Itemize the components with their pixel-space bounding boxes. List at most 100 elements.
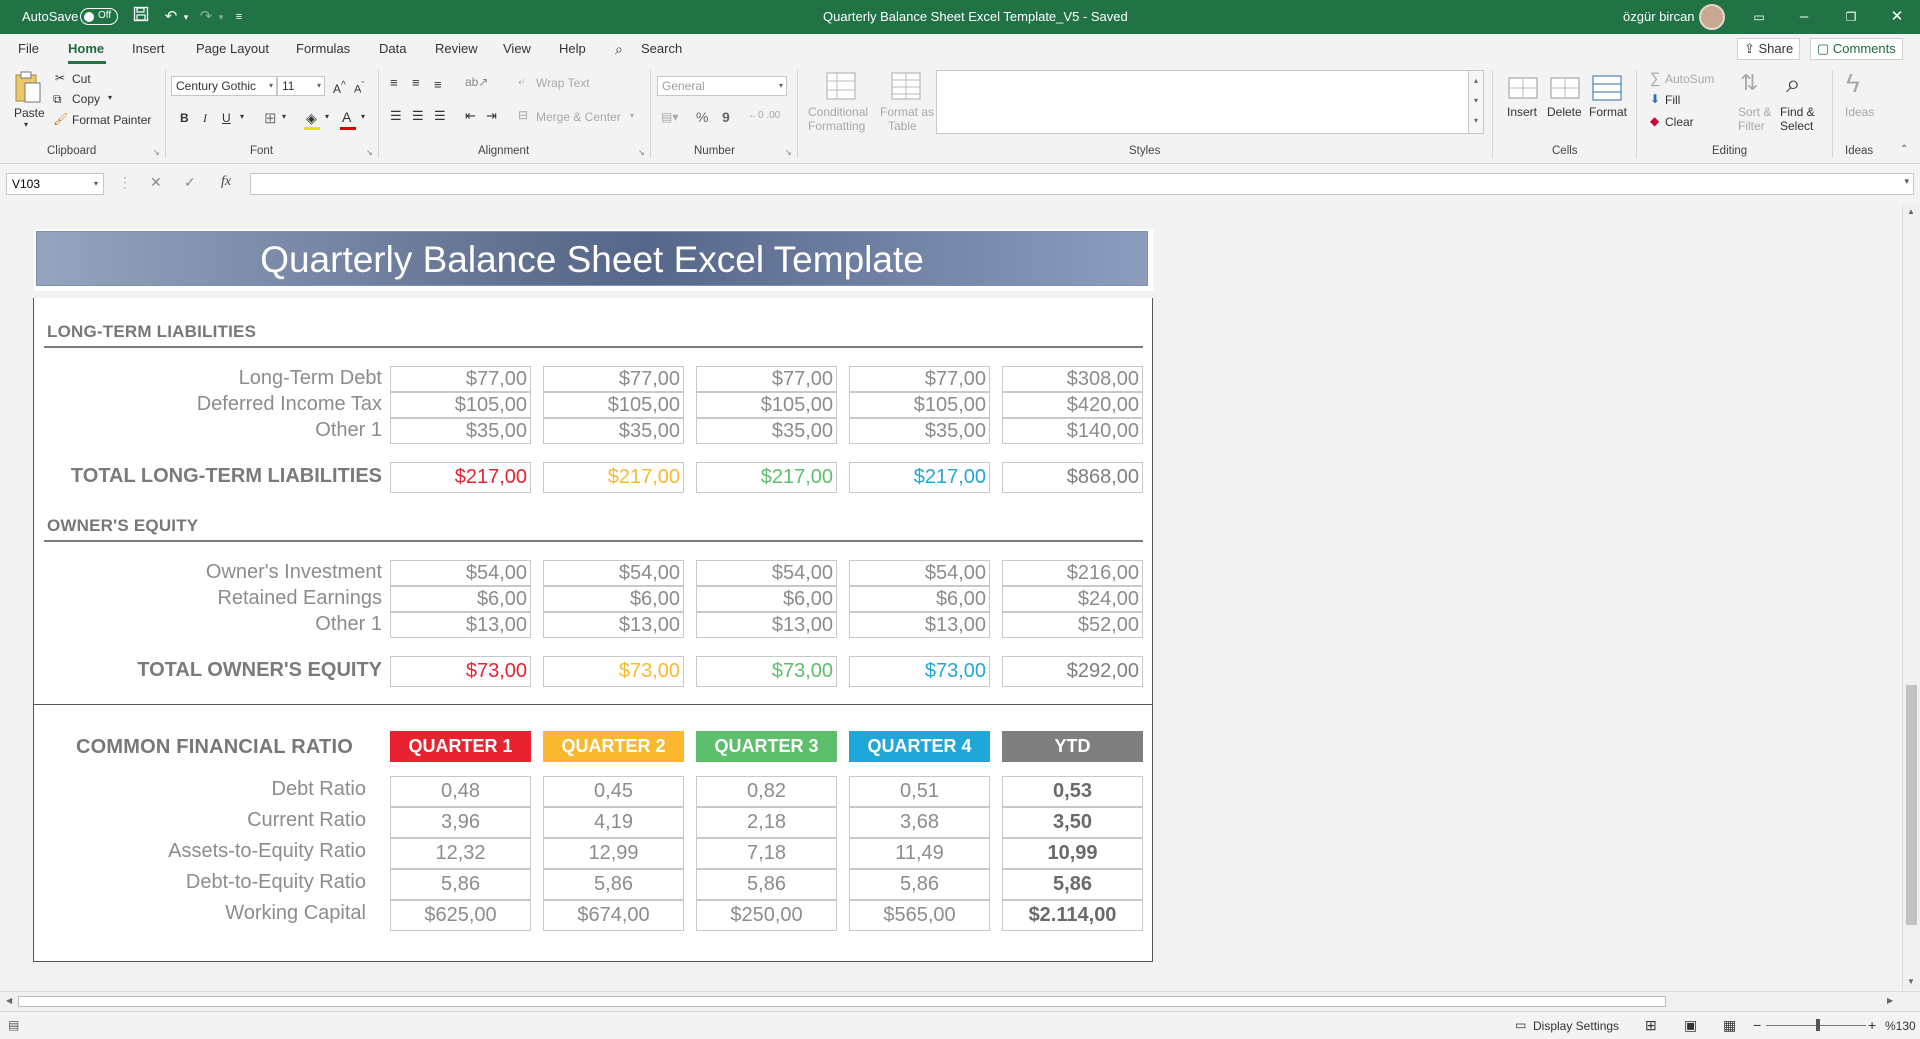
tab-view[interactable]: View (503, 41, 531, 56)
value-cell[interactable]: $6,00 (543, 586, 684, 612)
value-cell[interactable]: $77,00 (543, 366, 684, 392)
ratio-value-cell[interactable]: 0,45 (543, 776, 684, 807)
display-settings-label[interactable]: Display Settings (1533, 1019, 1619, 1033)
wrap-text-label[interactable]: Wrap Text (536, 76, 590, 90)
align-bottom-icon[interactable]: ≡ (434, 77, 442, 92)
total-cell[interactable]: $217,00 (696, 462, 837, 493)
ratio-value-cell[interactable]: 5,86 (696, 869, 837, 900)
value-cell[interactable]: $13,00 (696, 612, 837, 638)
alignment-launcher-icon[interactable]: ↘ (638, 148, 645, 157)
value-cell[interactable]: $35,00 (696, 418, 837, 444)
comments-button[interactable]: ▢ Comments (1810, 38, 1903, 60)
undo-dropdown-icon[interactable]: ▾ (175, 6, 197, 28)
value-cell[interactable]: $77,00 (849, 366, 990, 392)
ratio-value-cell[interactable]: 0,53 (1002, 776, 1143, 807)
tab-review[interactable]: Review (435, 41, 478, 56)
formula-input[interactable]: ▾ (250, 173, 1914, 195)
value-cell[interactable]: $52,00 (1002, 612, 1143, 638)
increase-font-icon[interactable]: A^ (333, 80, 346, 96)
gallery-scroll-buttons[interactable]: ▴▾▾ (1468, 70, 1484, 134)
cancel-entry-icon[interactable]: ✕ (150, 174, 162, 191)
ratio-value-cell[interactable]: $2.114,00 (1002, 900, 1143, 931)
ratio-value-cell[interactable]: 12,99 (543, 838, 684, 869)
conditional-formatting-icon[interactable] (826, 72, 856, 100)
merge-center-icon[interactable]: ⊟ (518, 108, 528, 122)
borders-icon[interactable]: ⊞ (264, 109, 277, 127)
conditional-formatting-line1[interactable]: Conditional (808, 105, 868, 119)
bold-icon[interactable]: B (180, 111, 189, 125)
insert-cells-label[interactable]: Insert (1507, 105, 1537, 119)
ratio-value-cell[interactable]: $625,00 (390, 900, 531, 931)
ratio-value-cell[interactable]: 0,82 (696, 776, 837, 807)
value-cell[interactable]: $6,00 (849, 586, 990, 612)
value-cell[interactable]: $35,00 (849, 418, 990, 444)
search-icon[interactable]: ⌕ (615, 41, 623, 58)
minimize-icon[interactable]: – (1793, 6, 1815, 28)
value-cell[interactable]: $35,00 (543, 418, 684, 444)
orientation-icon[interactable]: ab↗ (465, 75, 488, 89)
ratio-value-cell[interactable]: 2,18 (696, 807, 837, 838)
increase-decimal-icon[interactable]: ←0 .00 (748, 110, 780, 121)
ratio-value-cell[interactable]: 5,86 (1002, 869, 1143, 900)
name-box[interactable]: V103▾ (6, 173, 104, 195)
horizontal-scrollbar[interactable]: ◀ ▶ (0, 991, 1920, 1011)
font-launcher-icon[interactable]: ↘ (366, 148, 373, 157)
confirm-entry-icon[interactable]: ✓ (184, 174, 196, 191)
ratio-value-cell[interactable]: 5,86 (390, 869, 531, 900)
horizontal-scroll-thumb[interactable] (18, 996, 1666, 1007)
ratio-value-cell[interactable]: $674,00 (543, 900, 684, 931)
comma-style-icon[interactable]: 9 (722, 109, 730, 125)
ratio-value-cell[interactable]: 3,50 (1002, 807, 1143, 838)
copy-label[interactable]: Copy (72, 92, 100, 106)
underline-icon[interactable]: U (222, 111, 231, 125)
value-cell[interactable]: $13,00 (849, 612, 990, 638)
number-launcher-icon[interactable]: ↘ (785, 148, 792, 157)
value-cell[interactable]: $54,00 (696, 560, 837, 586)
ratio-value-cell[interactable]: 5,86 (543, 869, 684, 900)
value-cell[interactable]: $13,00 (390, 612, 531, 638)
sort-filter-icon[interactable]: ⇅ (1740, 70, 1758, 96)
value-cell[interactable]: $77,00 (696, 366, 837, 392)
decrease-font-icon[interactable]: Aˇ (354, 80, 364, 96)
format-cells-icon[interactable] (1592, 72, 1622, 102)
format-cells-label[interactable]: Format (1589, 105, 1627, 119)
scroll-down-icon[interactable]: ▼ (1907, 977, 1915, 986)
tab-formulas[interactable]: Formulas (296, 41, 350, 56)
ideas-icon[interactable]: ϟ (1846, 68, 1860, 99)
page-break-view-icon[interactable]: ▦ (1723, 1017, 1736, 1034)
value-cell[interactable]: $6,00 (696, 586, 837, 612)
value-cell[interactable]: $54,00 (390, 560, 531, 586)
font-color-icon[interactable]: A (342, 109, 351, 125)
paste-icon[interactable] (12, 71, 42, 105)
align-right-icon[interactable]: ☰ (434, 108, 446, 124)
tab-help[interactable]: Help (559, 41, 586, 56)
clear-label[interactable]: Clear (1665, 115, 1694, 129)
vertical-scroll-thumb[interactable] (1906, 685, 1917, 925)
restore-icon[interactable]: ❐ (1840, 6, 1862, 28)
number-format-select[interactable]: General▾ (657, 76, 787, 96)
value-cell[interactable]: $105,00 (696, 392, 837, 418)
ribbon-display-icon[interactable]: ▭ (1748, 6, 1770, 28)
format-as-table-line1[interactable]: Format as (880, 105, 934, 119)
value-cell[interactable]: $216,00 (1002, 560, 1143, 586)
ratio-value-cell[interactable]: 0,51 (849, 776, 990, 807)
find-select-line2[interactable]: Select (1780, 119, 1813, 133)
ratio-value-cell[interactable]: 5,86 (849, 869, 990, 900)
insert-function-icon[interactable]: fx (221, 174, 231, 190)
wrap-text-icon[interactable]: ⤶ (518, 74, 525, 89)
ratio-value-cell[interactable]: 4,19 (543, 807, 684, 838)
normal-view-icon[interactable]: ⊞ (1645, 1017, 1657, 1034)
autosum-label[interactable]: AutoSum (1665, 72, 1714, 86)
merge-center-label[interactable]: Merge & Center (536, 110, 621, 124)
value-cell[interactable]: $105,00 (543, 392, 684, 418)
fill-label[interactable]: Fill (1665, 93, 1680, 107)
align-top-icon[interactable]: ≡ (390, 75, 398, 90)
user-avatar[interactable] (1699, 4, 1725, 30)
copy-dropdown-icon[interactable]: ▾ (108, 93, 112, 102)
percent-icon[interactable]: % (696, 109, 708, 125)
ideas-label[interactable]: Ideas (1845, 105, 1874, 119)
fill-color-icon[interactable]: ◈ (306, 110, 317, 127)
font-size-select[interactable]: 11▾ (277, 76, 325, 96)
zoom-out-icon[interactable]: − (1753, 1017, 1761, 1033)
ratio-value-cell[interactable]: 12,32 (390, 838, 531, 869)
